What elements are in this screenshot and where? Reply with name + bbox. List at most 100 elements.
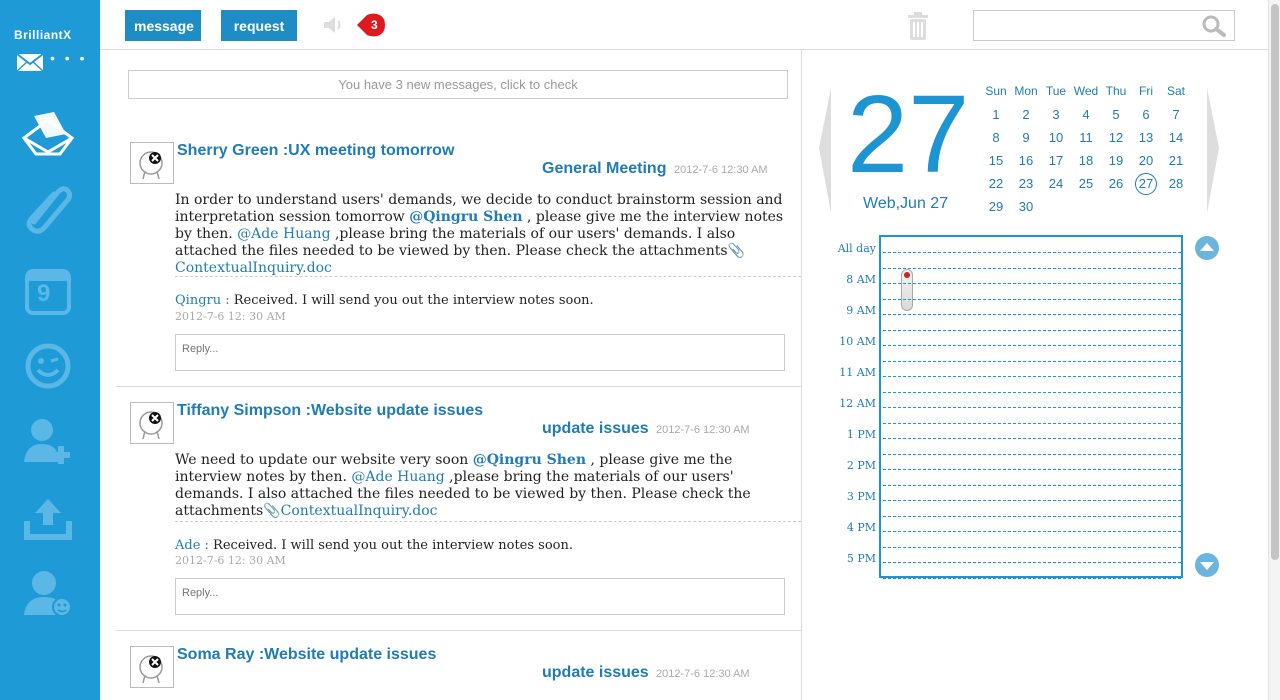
time-slot-line[interactable]	[883, 407, 1181, 408]
time-slot-line[interactable]	[883, 283, 1181, 284]
calendar-day[interactable]: 20	[1131, 149, 1161, 172]
calendar-day[interactable]: 15	[981, 149, 1011, 172]
calendar-day[interactable]: 29	[981, 195, 1011, 218]
sidebar-item-inbox[interactable]	[20, 106, 76, 162]
thread-subject[interactable]: Tiffany Simpson :Website update issues	[177, 402, 483, 420]
calendar-day[interactable]: 1	[981, 103, 1011, 126]
weekday-header: Fri	[1139, 84, 1153, 98]
calendar-day[interactable]: 28	[1161, 172, 1191, 195]
time-slot-line[interactable]	[883, 547, 1181, 548]
mention-link[interactable]: @Qingru Shen	[473, 452, 586, 468]
scroll-down-icon[interactable]	[1194, 552, 1220, 578]
avatar[interactable]	[130, 142, 174, 184]
thread-subject[interactable]: Soma Ray :Website update issues	[177, 646, 436, 664]
calendar-day[interactable]: 2	[1011, 103, 1041, 126]
attachment-link[interactable]: ContextualInquiry.doc	[175, 260, 332, 276]
reply-author[interactable]: Qingru :	[175, 293, 230, 308]
time-slot-line[interactable]	[883, 438, 1181, 439]
schedule-drag-handle[interactable]	[901, 269, 913, 311]
request-button[interactable]: request	[221, 10, 297, 41]
attachment-link[interactable]: ContextualInquiry.doc	[281, 503, 438, 519]
next-day-arrow-icon[interactable]	[1207, 88, 1219, 213]
time-slot-line[interactable]	[883, 516, 1181, 517]
calendar-day[interactable]: 5	[1101, 103, 1131, 126]
reply-input[interactable]	[175, 334, 785, 371]
mention-link[interactable]: @Qingru Shen	[409, 209, 522, 225]
thread-subject[interactable]: Sherry Green :UX meeting tomorrow	[177, 142, 454, 160]
calendar-day[interactable]: 3	[1041, 103, 1071, 126]
thread-item: Tiffany Simpson :Website update issues u…	[116, 390, 801, 630]
time-slot-line[interactable]	[883, 454, 1181, 455]
time-slot-line[interactable]	[883, 361, 1181, 362]
calendar-day[interactable]: 30	[1011, 195, 1041, 218]
mention-link[interactable]: @Ade Huang	[351, 469, 444, 485]
time-slot-line[interactable]	[883, 562, 1181, 563]
calendar-day[interactable]: 13	[1131, 126, 1161, 149]
search-input[interactable]	[974, 11, 1194, 40]
trash-icon[interactable]	[906, 11, 930, 41]
scrollbar-thumb[interactable]	[1271, 4, 1279, 560]
sidebar-item-add-user[interactable]	[20, 413, 76, 469]
calendar-day[interactable]: 25	[1071, 172, 1101, 195]
time-slot-line[interactable]	[883, 252, 1181, 253]
sidebar-item-attachments[interactable]	[20, 180, 76, 236]
calendar-day[interactable]: 24	[1041, 172, 1071, 195]
time-slot-label: 2 PM	[846, 459, 876, 472]
time-slot-line[interactable]	[883, 330, 1181, 331]
calendar-day[interactable]: 26	[1101, 172, 1131, 195]
user-status-icon	[24, 571, 72, 617]
thread-timestamp: 2012-7-6 12:30 AM	[656, 668, 750, 680]
calendar-day[interactable]: 19	[1101, 149, 1131, 172]
time-slot-line[interactable]	[883, 345, 1181, 346]
calendar-day[interactable]: 17	[1041, 149, 1071, 172]
search-icon[interactable]	[1202, 15, 1226, 37]
inbox-icon	[21, 112, 75, 156]
time-slot-line[interactable]	[883, 500, 1181, 501]
time-slot-line[interactable]	[883, 423, 1181, 424]
calendar-day[interactable]: 10	[1041, 126, 1071, 149]
calendar-day[interactable]: 22	[981, 172, 1011, 195]
reply-message: Received. I will send you out the interv…	[229, 293, 594, 308]
calendar-day[interactable]: 6	[1131, 103, 1161, 126]
calendar-day[interactable]: 21	[1161, 149, 1191, 172]
thread-category: update issues	[542, 420, 649, 437]
time-slot-line[interactable]	[883, 299, 1181, 300]
message-button[interactable]: message	[125, 10, 201, 41]
calendar-day[interactable]: 12	[1101, 126, 1131, 149]
avatar[interactable]	[130, 646, 174, 688]
calendar-day[interactable]: 23	[1011, 172, 1041, 195]
thread-item: Soma Ray :Website update issues update i…	[116, 634, 801, 700]
calendar-day[interactable]: 4	[1071, 103, 1101, 126]
speaker-icon[interactable]	[322, 15, 344, 35]
avatar[interactable]	[130, 402, 174, 444]
weekday-header: Mon	[1014, 84, 1038, 98]
time-slot-line[interactable]	[883, 392, 1181, 393]
time-slot-line[interactable]	[883, 469, 1181, 470]
time-slot-line[interactable]	[883, 376, 1181, 377]
calendar-day-today[interactable]: 27	[1135, 173, 1157, 195]
sidebar-item-calendar[interactable]: 9	[20, 262, 76, 318]
calendar-day[interactable]: 18	[1071, 149, 1101, 172]
page-scrollbar[interactable]	[1268, 0, 1280, 700]
reply-input[interactable]	[175, 578, 785, 615]
time-slot-line[interactable]	[883, 268, 1181, 269]
notification-badge[interactable]: 3	[357, 13, 387, 37]
calendar-day[interactable]: 11	[1071, 126, 1101, 149]
sidebar-item-emoticons[interactable]	[20, 338, 76, 394]
calendar-day[interactable]: 16	[1011, 149, 1041, 172]
new-messages-banner[interactable]: You have 3 new messages, click to check	[128, 70, 788, 99]
sidebar-item-user-status[interactable]	[20, 566, 76, 622]
calendar-day[interactable]: 8	[981, 126, 1011, 149]
scroll-up-icon[interactable]	[1194, 235, 1220, 261]
calendar-day[interactable]: 14	[1161, 126, 1191, 149]
calendar-day[interactable]: 7	[1161, 103, 1191, 126]
time-slot-line[interactable]	[883, 531, 1181, 532]
time-slot-line[interactable]	[883, 578, 1181, 579]
reply-author[interactable]: Ade :	[175, 538, 209, 553]
mention-link[interactable]: @Ade Huang	[237, 226, 330, 242]
previous-day-arrow-icon[interactable]	[819, 88, 831, 213]
sidebar-item-upload[interactable]	[20, 490, 76, 546]
time-slot-line[interactable]	[883, 485, 1181, 486]
calendar-day[interactable]: 9	[1011, 126, 1041, 149]
time-slot-line[interactable]	[883, 314, 1181, 315]
